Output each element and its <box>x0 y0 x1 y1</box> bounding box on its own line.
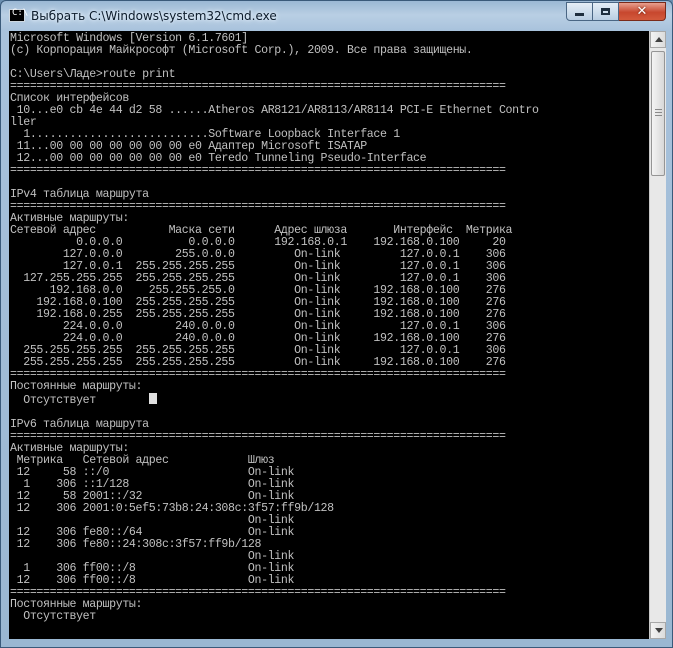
grip-line <box>655 112 662 113</box>
scroll-up-button[interactable] <box>650 31 666 48</box>
minimize-button[interactable] <box>566 2 593 21</box>
minimize-icon <box>575 13 584 16</box>
cmd-window: C:\ Выбрать C:\Windows\system32\cmd.exe … <box>0 0 673 648</box>
arrow-up-icon <box>655 37 663 42</box>
console-text-after-caret: IPv6 таблица маршрута ==================… <box>10 418 506 623</box>
cmd-icon-glyph: C:\ <box>12 8 29 18</box>
window-title: Выбрать C:\Windows\system32\cmd.exe <box>31 9 277 23</box>
grip-line <box>655 115 662 116</box>
scroll-thumb[interactable] <box>651 51 665 176</box>
maximize-icon <box>601 8 610 15</box>
window-controls: ✕ <box>566 2 666 22</box>
arrow-down-icon <box>655 628 663 633</box>
maximize-button[interactable] <box>593 2 619 21</box>
close-button[interactable]: ✕ <box>619 2 666 21</box>
console-output[interactable]: Microsoft Windows [Version 6.1.7601] (c)… <box>9 31 649 639</box>
scroll-down-button[interactable] <box>650 622 666 639</box>
console-text: Microsoft Windows [Version 6.1.7601] (c)… <box>9 31 649 623</box>
close-icon: ✕ <box>636 4 648 19</box>
title-bar[interactable]: C:\ Выбрать C:\Windows\system32\cmd.exe … <box>1 1 672 31</box>
console-text-before-caret: Microsoft Windows [Version 6.1.7601] (c)… <box>10 32 539 407</box>
vertical-scrollbar[interactable] <box>649 31 666 639</box>
cmd-icon[interactable]: C:\ <box>9 8 29 22</box>
text-cursor <box>148 393 157 404</box>
grip-line <box>655 109 662 110</box>
